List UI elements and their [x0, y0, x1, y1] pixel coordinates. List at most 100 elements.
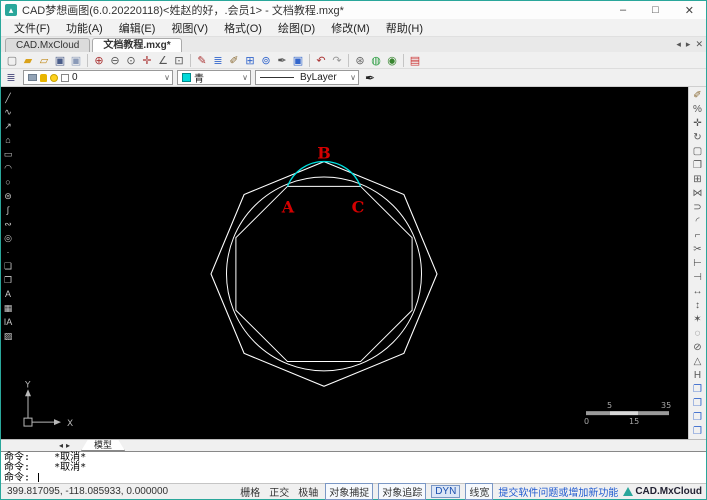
array-icon[interactable]: ⊞ [693, 173, 701, 187]
donut-icon[interactable]: ◎ [4, 231, 12, 245]
menu-format[interactable]: 格式(O) [217, 19, 269, 37]
mirror-icon[interactable]: ⋈ [693, 187, 703, 201]
layer-paste-icon[interactable]: ❐ [693, 397, 702, 411]
pedit-icon[interactable]: ◌ [695, 327, 701, 341]
polyline-icon[interactable]: ∿ [4, 105, 12, 119]
octagon-inner[interactable] [236, 186, 412, 361]
layer-isolate-icon[interactable]: ❐ [693, 425, 702, 439]
drawing-canvas[interactable]: B A C Y X [15, 87, 688, 439]
hatch-icon[interactable]: ▨ [4, 329, 13, 343]
line-icon[interactable]: ╱ [5, 91, 10, 105]
command-panel[interactable]: 命令: *取消*命令: *取消* 命令: [1, 451, 706, 483]
explode-icon[interactable]: ✶ [693, 313, 701, 327]
tab-document[interactable]: 文档教程.mxg* [92, 38, 181, 52]
block-icon[interactable]: ❏ [4, 259, 12, 273]
cloud-save-icon[interactable]: ▣ [290, 53, 306, 68]
text-icon[interactable]: A [5, 287, 11, 301]
image-icon[interactable]: ▦ [4, 301, 13, 315]
measure-icon[interactable]: △ [694, 355, 702, 369]
model-next-icon[interactable]: ▸ [66, 441, 73, 450]
zoom-extents-icon[interactable]: ⊙ [123, 53, 139, 68]
join-icon[interactable]: ↔ [693, 285, 703, 299]
tab-next-icon[interactable]: ▸ [686, 39, 691, 50]
rectangle-icon[interactable]: ▭ [4, 147, 13, 161]
tab-close-icon[interactable]: ✕ [695, 39, 703, 50]
tab-cad-mxcloud[interactable]: CAD.MxCloud [5, 38, 90, 52]
layer-copy-icon[interactable]: ❐ [693, 383, 702, 397]
globe-icon[interactable]: ◉ [384, 53, 400, 68]
layer-manager-icon[interactable]: ≣ [3, 71, 19, 84]
properties-icon[interactable]: ✐ [693, 89, 701, 103]
octagon-outer[interactable] [211, 162, 437, 387]
spline-icon[interactable]: ∫ [7, 203, 9, 217]
fillet-icon[interactable]: ◜ [696, 215, 700, 229]
vertex-label-b[interactable]: B [317, 144, 331, 163]
mtext-icon[interactable]: IA [4, 315, 13, 329]
new-file-icon[interactable]: ▢ [4, 53, 20, 68]
divide-icon[interactable]: ⊘ [693, 341, 701, 355]
area-icon[interactable]: H [694, 369, 701, 383]
menu-modify[interactable]: 修改(M) [324, 19, 377, 37]
maximize-button[interactable]: □ [652, 4, 659, 17]
menu-draw[interactable]: 绘图(D) [271, 19, 322, 37]
offset-icon[interactable]: ⊃ [693, 201, 701, 215]
save-as-icon[interactable]: ▣ [68, 53, 84, 68]
insert-block-icon[interactable]: ❐ [4, 273, 12, 287]
lineweight-brush-icon[interactable]: ✒ [365, 71, 375, 85]
web-icon[interactable]: ◍ [368, 53, 384, 68]
layer-select[interactable]: 0 ∨ [23, 70, 173, 85]
tab-prev-icon[interactable]: ◂ [676, 39, 681, 50]
save-icon[interactable]: ▣ [52, 53, 68, 68]
menu-help[interactable]: 帮助(H) [379, 19, 430, 37]
match-properties-icon[interactable]: % [693, 103, 702, 117]
toggle-grid[interactable]: 栅格 [238, 484, 262, 499]
layer-merge-icon[interactable]: ❐ [693, 411, 702, 425]
toggle-dyn[interactable]: DYN [431, 485, 460, 498]
trim-icon[interactable]: ✂ [693, 243, 701, 257]
zoom-out-icon[interactable]: ⊖ [107, 53, 123, 68]
minimize-button[interactable]: – [620, 4, 626, 17]
command-input-line[interactable]: 命令: [4, 473, 703, 483]
rotate-icon[interactable]: ↻ [693, 131, 701, 145]
vertex-label-a[interactable]: A [281, 197, 295, 216]
undo-icon[interactable]: ↶ [313, 53, 329, 68]
import-file-icon[interactable]: ▱ [36, 53, 52, 68]
pan-icon[interactable]: ✛ [139, 53, 155, 68]
menu-file[interactable]: 文件(F) [7, 19, 57, 37]
toggle-lineweight[interactable]: 线宽 [465, 483, 493, 500]
scale-icon[interactable]: ▢ [693, 145, 702, 159]
menu-function[interactable]: 功能(A) [59, 19, 110, 37]
group-icon[interactable]: ⊛ [352, 53, 368, 68]
stretch-icon[interactable]: ↕ [695, 299, 700, 313]
copy-icon[interactable]: ❐ [693, 159, 702, 173]
zoom-window-icon[interactable]: ⊡ [171, 53, 187, 68]
edit-pen-icon[interactable]: ✒ [274, 53, 290, 68]
ray-icon[interactable]: ↗ [4, 119, 12, 133]
find-icon[interactable]: ⊚ [258, 53, 274, 68]
chamfer-icon[interactable]: ⌐ [695, 229, 701, 243]
move-icon[interactable]: ✛ [693, 117, 701, 131]
match-brush-icon[interactable]: ✐ [226, 53, 242, 68]
circle-icon[interactable]: ○ [5, 175, 10, 189]
menu-view[interactable]: 视图(V) [164, 19, 215, 37]
color-select[interactable]: 青 ∨ [177, 70, 251, 85]
break-icon[interactable]: ⊣ [693, 271, 702, 285]
extend-icon[interactable]: ⊢ [693, 257, 702, 271]
tab-model[interactable]: 模型 [81, 440, 125, 451]
toggle-ortho[interactable]: 正交 [267, 484, 291, 499]
open-file-icon[interactable]: ▰ [20, 53, 36, 68]
close-button[interactable]: ✕ [685, 4, 694, 17]
draw-pen-icon[interactable]: ✎ [194, 53, 210, 68]
circle-entity[interactable] [227, 177, 422, 371]
menu-edit[interactable]: 编辑(E) [112, 19, 163, 37]
feedback-link[interactable]: 提交软件问题或增加新功能 [498, 484, 618, 499]
redo-icon[interactable]: ↷ [329, 53, 345, 68]
point-icon[interactable]: · [7, 245, 10, 259]
toggle-otrack[interactable]: 对象追踪 [378, 483, 426, 500]
pdf-export-icon[interactable]: ▤ [407, 53, 423, 68]
polygon-icon[interactable]: ⌂ [5, 133, 10, 147]
toggle-polar[interactable]: 极轴 [296, 484, 320, 499]
ellipse-icon[interactable]: ⊜ [4, 189, 12, 203]
zoom-in-icon[interactable]: ⊕ [91, 53, 107, 68]
arc-entity[interactable] [288, 161, 361, 186]
